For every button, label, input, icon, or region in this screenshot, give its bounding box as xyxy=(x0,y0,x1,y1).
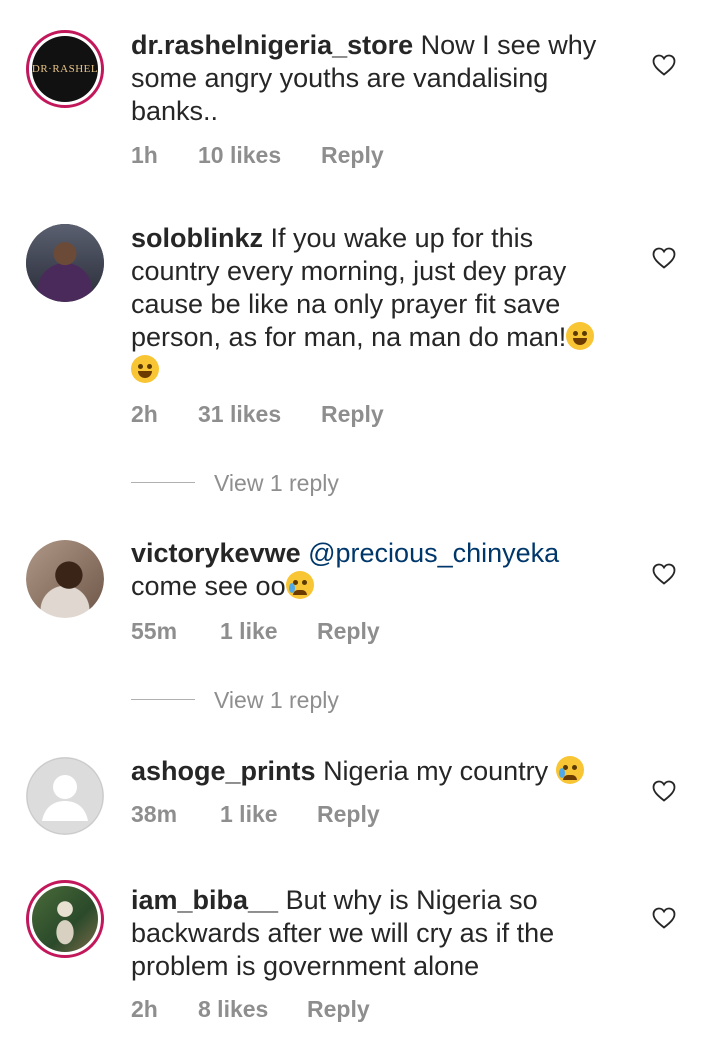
reply-button[interactable]: Reply xyxy=(321,399,384,429)
comment-likes[interactable]: 8 likes xyxy=(198,994,268,1024)
comment-text: Nigeria my country xyxy=(323,756,549,786)
heart-icon[interactable] xyxy=(652,907,676,929)
face-with-tears-of-joy-icon xyxy=(566,322,595,350)
reply-button[interactable]: Reply xyxy=(317,616,380,646)
reply-button[interactable]: Reply xyxy=(307,994,370,1024)
avatar[interactable]: DR·RASHEL xyxy=(26,30,104,108)
avatar[interactable] xyxy=(26,224,104,302)
default-avatar-icon xyxy=(26,757,104,835)
avatar[interactable] xyxy=(26,757,104,835)
view-replies-label: View 1 reply xyxy=(214,687,339,713)
comment-time: 2h xyxy=(131,401,158,427)
comment-username[interactable]: dr.rashelnigeria_store xyxy=(131,30,413,60)
face-with-tears-of-joy-icon xyxy=(131,355,159,383)
view-replies-label: View 1 reply xyxy=(214,470,339,496)
heart-icon[interactable] xyxy=(652,780,676,802)
comment-time: 55m xyxy=(131,618,178,644)
divider-line xyxy=(131,699,195,700)
comment-username[interactable]: ashoge_prints xyxy=(131,756,316,786)
comment-likes[interactable]: 10 likes xyxy=(198,140,281,170)
comment-time: 1h xyxy=(131,142,158,168)
heart-icon[interactable] xyxy=(652,54,676,76)
comment-likes[interactable]: 1 like xyxy=(220,799,278,829)
reply-button[interactable]: Reply xyxy=(321,140,384,170)
crying-face-icon xyxy=(285,571,314,599)
comment-text: come see oo xyxy=(131,571,286,601)
comment-username[interactable]: soloblinkz xyxy=(131,223,263,253)
divider-line xyxy=(131,482,195,483)
crying-face-icon xyxy=(555,756,584,784)
comment-likes[interactable]: 31 likes xyxy=(198,399,281,429)
comment-username[interactable]: victorykevwe xyxy=(131,538,301,568)
comment-username[interactable]: iam_biba__ xyxy=(131,885,278,915)
avatar[interactable] xyxy=(26,880,104,958)
avatar[interactable] xyxy=(26,540,104,618)
avatar-logo-text: DR·RASHEL xyxy=(32,63,98,75)
comment-likes[interactable]: 1 like xyxy=(220,616,278,646)
heart-icon[interactable] xyxy=(652,563,676,585)
reply-button[interactable]: Reply xyxy=(317,799,380,829)
comment-time: 2h xyxy=(131,996,158,1022)
comment-time: 38m xyxy=(131,801,178,827)
comment-mention-link[interactable]: @precious_chinyeka xyxy=(308,538,559,568)
heart-icon[interactable] xyxy=(652,247,676,269)
